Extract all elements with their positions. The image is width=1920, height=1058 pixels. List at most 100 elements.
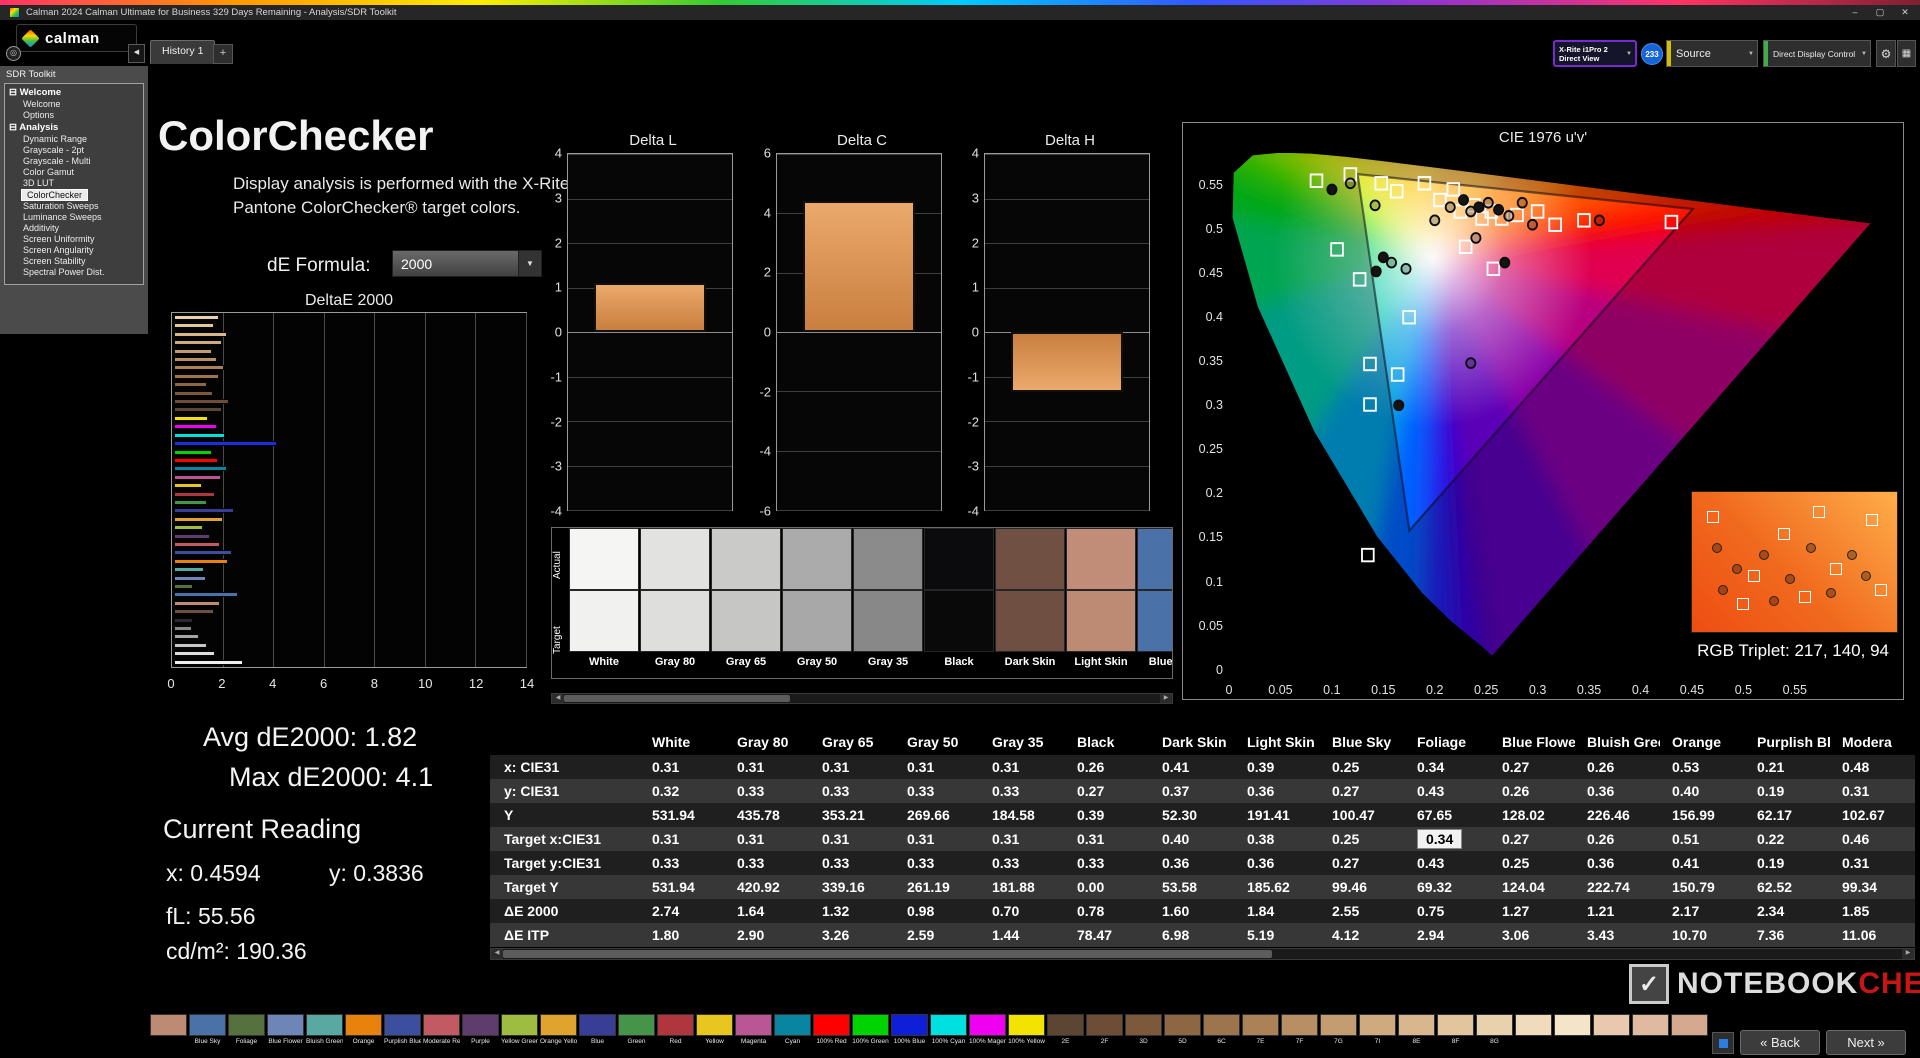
meter-dropdown[interactable]: X-Rite i1Pro 2 Direct View ▼ <box>1553 40 1637 67</box>
scroll-right-button[interactable]: ▶ <box>1902 949 1914 959</box>
sidebar-item-screen-uniformity[interactable]: Screen Uniformity <box>5 234 143 245</box>
settings-button[interactable]: ⚙ <box>1876 40 1896 67</box>
scroll-right-button[interactable]: ▶ <box>1160 694 1172 703</box>
patch-button-orange-yellow[interactable]: Orange Yellow <box>540 1014 577 1047</box>
table-cell: 5.19 <box>1247 927 1275 943</box>
patch-button-magenta[interactable]: Magenta <box>735 1014 772 1047</box>
scroll-track[interactable] <box>503 949 1902 959</box>
maximize-button[interactable]: ▢ <box>1869 5 1891 20</box>
patch-button-2e[interactable]: 2E <box>1047 1014 1084 1047</box>
patch-button-100-magenta[interactable]: 100% Magenta <box>969 1014 1006 1047</box>
table-cell: 269.66 <box>907 807 950 823</box>
sidebar-item-colorchecker[interactable]: ColorChecker <box>21 189 89 201</box>
measured-point <box>1482 196 1494 209</box>
patch-button-100-yellow[interactable]: 100% Yellow <box>1008 1014 1045 1047</box>
patch-button-moderate-red[interactable]: Moderate Red <box>423 1014 460 1047</box>
sidebar-collapse-button[interactable]: ◀ <box>128 44 145 63</box>
patch-button-2f[interactable]: 2F <box>1086 1014 1123 1047</box>
grid-line <box>777 450 941 452</box>
patch-button-patch[interactable] <box>1515 1014 1552 1047</box>
scroll-thumb[interactable] <box>564 695 791 702</box>
table-cell: 0.25 <box>1502 855 1530 871</box>
y-tick-label: 4 <box>971 145 979 161</box>
table-cell: 0.31 <box>652 831 680 847</box>
back-button[interactable]: « Back <box>1740 1030 1820 1055</box>
patch-button-7g[interactable]: 7G <box>1320 1014 1357 1047</box>
sidebar-item-3d-lut[interactable]: 3D LUT <box>5 178 143 189</box>
patch-button-foliage[interactable]: Foliage <box>228 1014 265 1047</box>
sidebar-item-welcome[interactable]: Welcome <box>5 99 143 110</box>
y-tick-label: 0.4 <box>1205 310 1223 325</box>
sidebar-item-grayscale-multi[interactable]: Grayscale - Multi <box>5 156 143 167</box>
patch-button-yellow[interactable]: Yellow <box>696 1014 733 1047</box>
patch-button-bluish-green[interactable]: Bluish Green <box>306 1014 343 1047</box>
patch-button-8g[interactable]: 8G <box>1476 1014 1513 1047</box>
patch-button-purple[interactable]: Purple <box>462 1014 499 1047</box>
sidebar-item-grayscale-2pt[interactable]: Grayscale - 2pt <box>5 145 143 156</box>
patch-button-patch[interactable] <box>1554 1014 1591 1047</box>
patch-button-patch[interactable] <box>1593 1014 1630 1047</box>
measured-point <box>1369 199 1381 212</box>
table-scrollbar[interactable]: ◀ ▶ <box>490 948 1915 960</box>
patch-button-patch[interactable] <box>1632 1014 1669 1047</box>
sidebar-item-spectral-power-dist[interactable]: Spectral Power Dist. <box>5 267 143 278</box>
patch-button-6c[interactable]: 6C <box>1203 1014 1240 1047</box>
de-formula-dropdown[interactable]: 2000 ▼ <box>392 250 542 277</box>
close-button[interactable]: ✕ <box>1894 5 1916 20</box>
patch-button-purplish-blue[interactable]: Purplish Blue <box>384 1014 421 1047</box>
patch-button-100-cyan[interactable]: 100% Cyan <box>930 1014 967 1047</box>
add-tab-button[interactable]: + <box>213 44 233 64</box>
scroll-thumb[interactable] <box>503 950 1273 958</box>
target-color-button[interactable] <box>1712 1032 1734 1054</box>
tree-section-welcome[interactable]: ⊟ Welcome <box>5 86 143 99</box>
source-dropdown[interactable]: Source ▼ <box>1666 40 1758 67</box>
sidebar-item-screen-stability[interactable]: Screen Stability <box>5 256 143 267</box>
patch-button-blue-sky[interactable]: Blue Sky <box>189 1014 226 1047</box>
sidebar-item-additivity[interactable]: Additivity <box>5 223 143 234</box>
table-cell: 11.06 <box>1842 927 1877 943</box>
selected-cell-value[interactable]: 0.34 <box>1417 829 1463 849</box>
patch-button-8f[interactable]: 8F <box>1437 1014 1474 1047</box>
patch-button-blue[interactable]: Blue <box>579 1014 616 1047</box>
scroll-left-button[interactable]: ◀ <box>552 694 564 703</box>
y-tick-label: -1 <box>550 369 562 385</box>
patch-button-patch[interactable] <box>150 1014 187 1047</box>
minimize-button[interactable]: – <box>1844 5 1866 20</box>
patch-button-7i[interactable]: 7I <box>1359 1014 1396 1047</box>
patch-button-5d[interactable]: 5D <box>1164 1014 1201 1047</box>
actual-swatch <box>569 528 639 590</box>
patch-button-patch[interactable] <box>1671 1014 1708 1047</box>
patch-button-100-green[interactable]: 100% Green <box>852 1014 889 1047</box>
patch-button-7e[interactable]: 7E <box>1242 1014 1279 1047</box>
patch-button-8e[interactable]: 8E <box>1398 1014 1435 1047</box>
patch-button-100-red[interactable]: 100% Red <box>813 1014 850 1047</box>
table-cell: 0.75 <box>1417 903 1445 919</box>
display-control-dropdown[interactable]: Direct Display Control ▼ <box>1763 40 1871 67</box>
scroll-left-button[interactable]: ◀ <box>491 949 503 959</box>
patch-button-3d[interactable]: 3D <box>1125 1014 1162 1047</box>
sidebar-item-saturation-sweeps[interactable]: Saturation Sweeps <box>5 201 143 212</box>
patch-button-blue-flower[interactable]: Blue Flower <box>267 1014 304 1047</box>
sidebar-item-options[interactable]: Options <box>5 110 143 121</box>
patch-button-7f[interactable]: 7F <box>1281 1014 1318 1047</box>
swatch-strip-scrollbar[interactable]: ◀ ▶ <box>551 693 1173 704</box>
table-cell: 0.39 <box>1077 807 1105 823</box>
patch-button-cyan[interactable]: Cyan <box>774 1014 811 1047</box>
tab-history-1[interactable]: History 1 <box>150 40 216 64</box>
patch-button-orange[interactable]: Orange <box>345 1014 382 1047</box>
table-cell: 0.33 <box>992 855 1020 871</box>
scroll-track[interactable] <box>564 694 1160 703</box>
workspace-options-icon[interactable]: ◎ <box>6 46 21 61</box>
patch-button-green[interactable]: Green <box>618 1014 655 1047</box>
sidebar-item-screen-angularity[interactable]: Screen Angularity <box>5 245 143 256</box>
sidebar-item-luminance-sweeps[interactable]: Luminance Sweeps <box>5 212 143 223</box>
tree-section-analysis[interactable]: ⊟ Analysis <box>5 121 143 134</box>
layout-button[interactable]: ▦ <box>1897 40 1916 67</box>
sidebar-item-dynamic-range[interactable]: Dynamic Range <box>5 134 143 145</box>
patch-button-yellow-green[interactable]: Yellow Green <box>501 1014 538 1047</box>
next-button[interactable]: Next » <box>1826 1030 1906 1055</box>
swatch-label: Blue Sky <box>1148 656 1172 668</box>
patch-button-red[interactable]: Red <box>657 1014 694 1047</box>
sidebar-item-color-gamut[interactable]: Color Gamut <box>5 167 143 178</box>
patch-button-100-blue[interactable]: 100% Blue <box>891 1014 928 1047</box>
